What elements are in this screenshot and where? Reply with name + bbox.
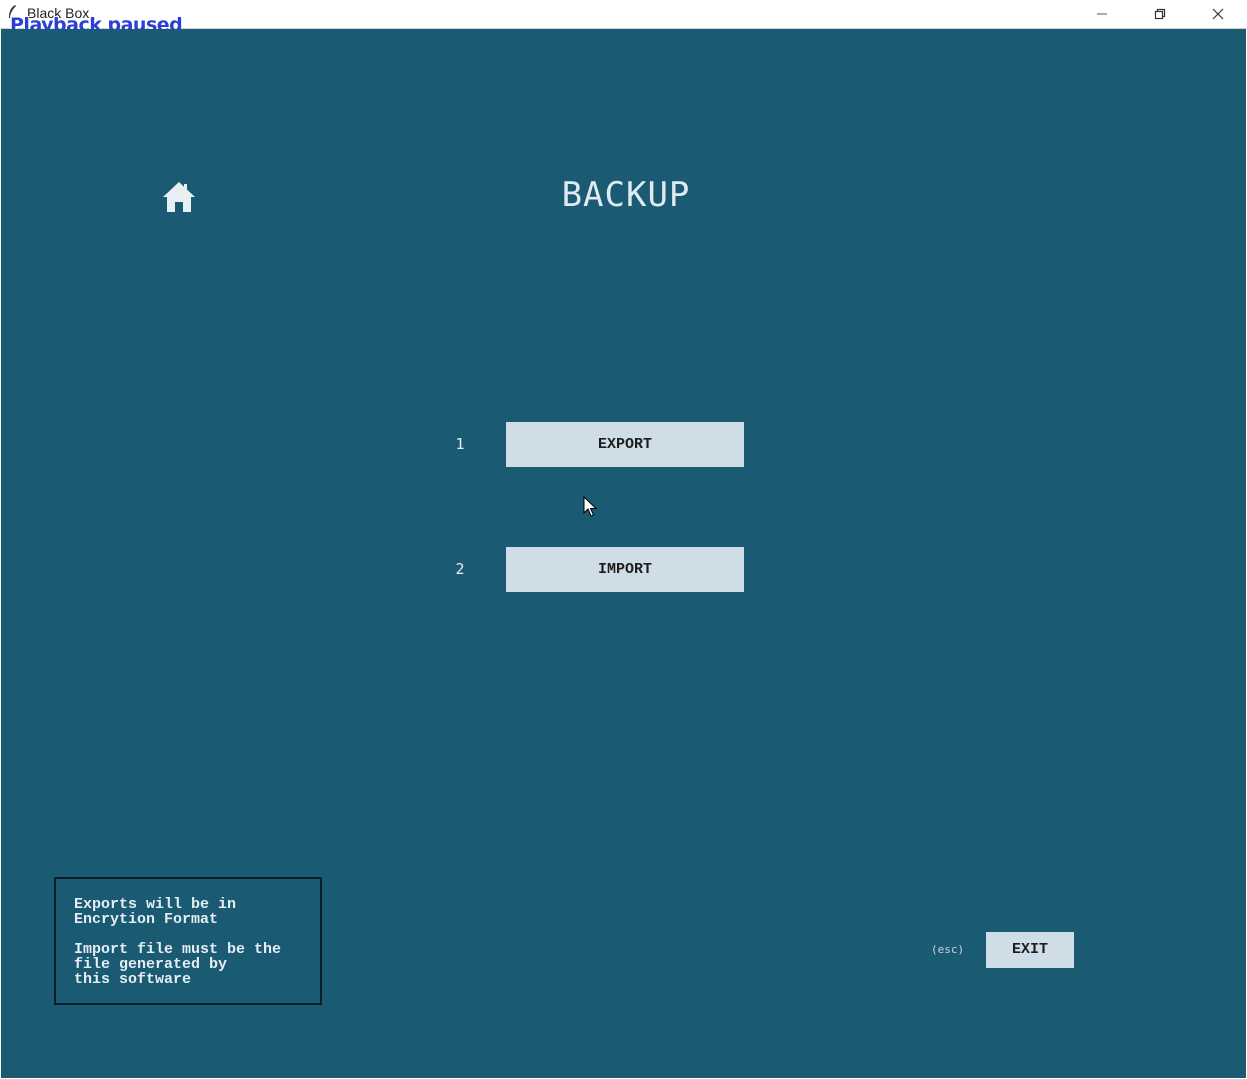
info-text-line: file generated by	[74, 956, 228, 973]
page-title: BACKUP	[561, 175, 691, 215]
info-text-line: Exports will be in	[74, 896, 237, 913]
import-shortcut-number: 2	[455, 560, 465, 578]
info-box: Exports will be in Encrytion Format Impo…	[54, 877, 322, 1005]
close-icon	[1212, 8, 1224, 20]
app-window: Black Box Playback paused BACKUP 1 EXPOR…	[0, 0, 1247, 1079]
esc-shortcut-hint: (esc)	[931, 943, 965, 956]
export-shortcut-number: 1	[455, 435, 465, 453]
info-text-line: Import file must be the	[74, 941, 282, 958]
home-icon[interactable]	[161, 179, 197, 215]
backup-screen: BACKUP 1 EXPORT 2 IMPORT Exports will be…	[1, 29, 1246, 1078]
import-button[interactable]: IMPORT	[506, 547, 744, 592]
minimize-button[interactable]	[1073, 0, 1131, 28]
export-button[interactable]: EXPORT	[506, 422, 744, 467]
info-text-line: Encrytion Format	[74, 911, 219, 928]
exit-button[interactable]: EXIT	[986, 932, 1074, 968]
restore-button[interactable]	[1131, 0, 1189, 28]
info-text-line: this software	[74, 971, 192, 988]
mouse-cursor-icon	[583, 495, 598, 518]
restore-icon	[1154, 8, 1166, 20]
minimize-icon	[1096, 8, 1108, 20]
title-bar[interactable]: Black Box Playback paused	[0, 0, 1247, 36]
close-button[interactable]	[1189, 0, 1247, 28]
